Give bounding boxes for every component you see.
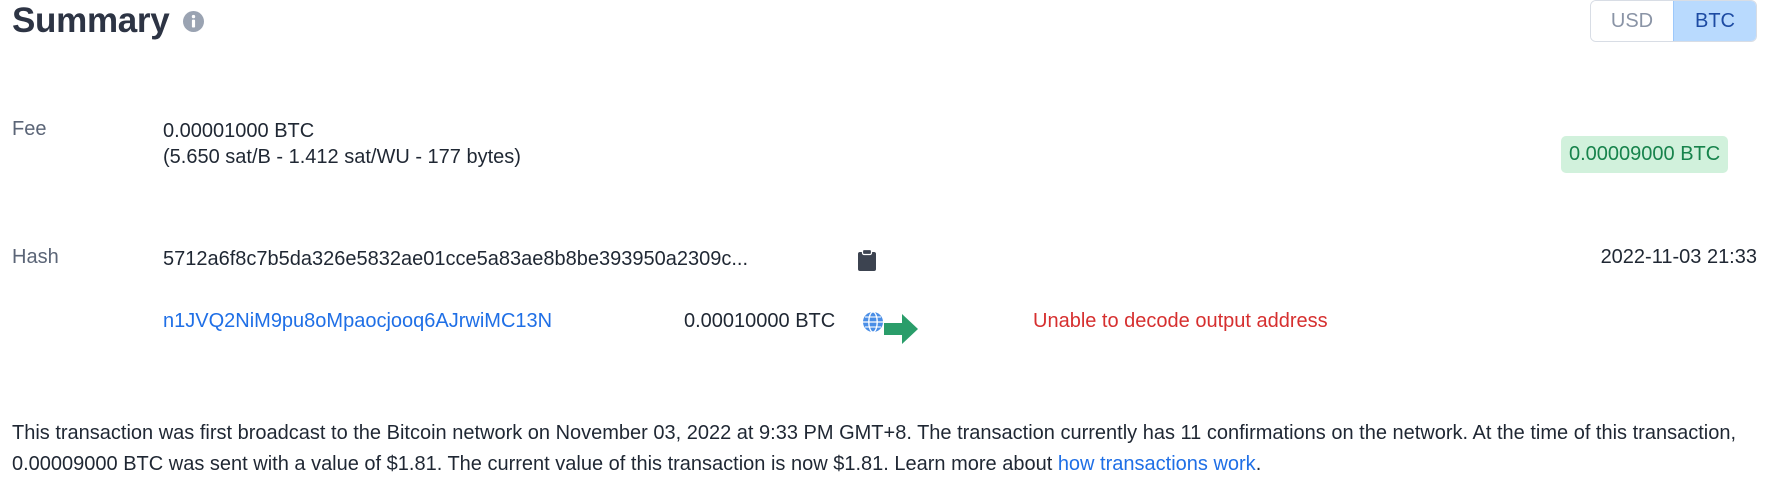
how-transactions-work-link[interactable]: how transactions work (1058, 453, 1256, 475)
globe-icon[interactable] (862, 311, 884, 333)
page-title: Summary (12, 1, 170, 40)
currency-toggle: USD BTC (1590, 0, 1757, 42)
usd-toggle-button[interactable]: USD (1591, 1, 1673, 41)
output-address-link[interactable]: n1JVQ2NiM9pu8oMpaocjooq6AJrwiMC13N (163, 310, 552, 333)
transaction-description: This transaction was first broadcast to … (12, 418, 1757, 480)
description-text: This transaction was first broadcast to … (12, 422, 1736, 475)
total-amount-badge: 0.00009000 BTC (1561, 136, 1729, 173)
fee-value: 0.00001000 BTC (5.650 sat/B - 1.412 sat/… (163, 118, 521, 170)
description-suffix: . (1255, 453, 1262, 475)
arrow-right-icon (884, 314, 918, 344)
hash-label: Hash (12, 246, 59, 268)
fee-detail: (5.650 sat/B - 1.412 sat/WU - 177 bytes) (163, 146, 521, 168)
fee-amount: 0.00001000 BTC (163, 120, 315, 142)
transaction-timestamp: 2022-11-03 21:33 (1600, 246, 1757, 268)
btc-toggle-button[interactable]: BTC (1673, 1, 1756, 41)
summary-header: Summary (12, 0, 205, 42)
hash-value: 5712a6f8c7b5da326e5832ae01cce5a83ae8b8be… (163, 248, 749, 270)
clipboard-icon[interactable] (858, 249, 876, 271)
fee-label: Fee (12, 118, 47, 140)
output-amount: 0.00010000 BTC (684, 310, 836, 332)
info-circle-icon[interactable] (183, 10, 205, 32)
decode-error-message: Unable to decode output address (1033, 310, 1328, 332)
